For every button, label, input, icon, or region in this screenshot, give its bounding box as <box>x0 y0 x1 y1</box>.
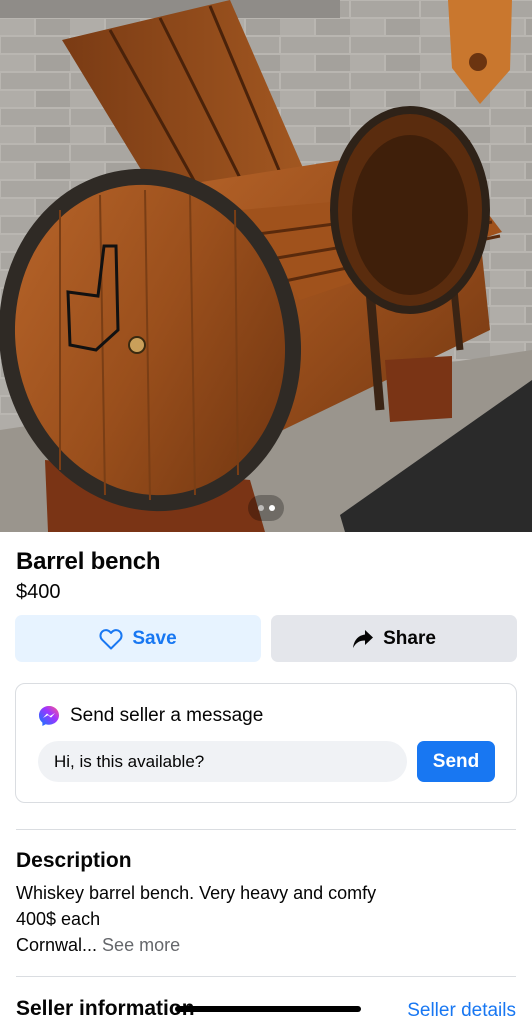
message-seller-header: Send seller a message <box>38 705 263 727</box>
home-indicator <box>175 1006 361 1012</box>
see-more-link[interactable]: See more <box>102 935 180 955</box>
message-seller-card: Send seller a message Send <box>15 683 517 803</box>
save-button-label: Save <box>132 627 177 649</box>
gallery-dot-active[interactable] <box>268 505 275 511</box>
listing-photo[interactable] <box>0 0 532 532</box>
share-button-label: Share <box>383 627 436 649</box>
description-truncated-text: Cornwal... <box>16 935 98 955</box>
section-divider <box>16 976 516 977</box>
seller-information-heading: Seller information <box>16 997 195 1020</box>
listing-title: Barrel bench <box>16 548 161 575</box>
share-button[interactable]: Share <box>271 615 517 662</box>
messenger-icon <box>39 706 59 726</box>
listing-price: $400 <box>16 581 61 603</box>
description-heading: Description <box>16 849 132 872</box>
gallery-pagination <box>248 495 284 521</box>
send-button[interactable]: Send <box>417 741 495 782</box>
message-input[interactable] <box>38 741 407 782</box>
gallery-dot[interactable] <box>257 505 264 511</box>
heart-outline-icon <box>99 628 123 649</box>
description-text: Whiskey barrel bench. Very heavy and com… <box>16 880 376 958</box>
description-line: Whiskey barrel bench. Very heavy and com… <box>16 883 377 903</box>
description-line-truncated: Cornwal... See more <box>16 932 376 958</box>
share-arrow-icon <box>353 629 374 648</box>
description-line: 400$ each <box>16 909 101 929</box>
save-button[interactable]: Save <box>15 615 261 662</box>
seller-details-link[interactable]: Seller details <box>407 1000 516 1022</box>
barrel-bench-image <box>0 0 532 532</box>
message-seller-heading: Send seller a message <box>70 705 264 726</box>
section-divider <box>16 829 516 830</box>
